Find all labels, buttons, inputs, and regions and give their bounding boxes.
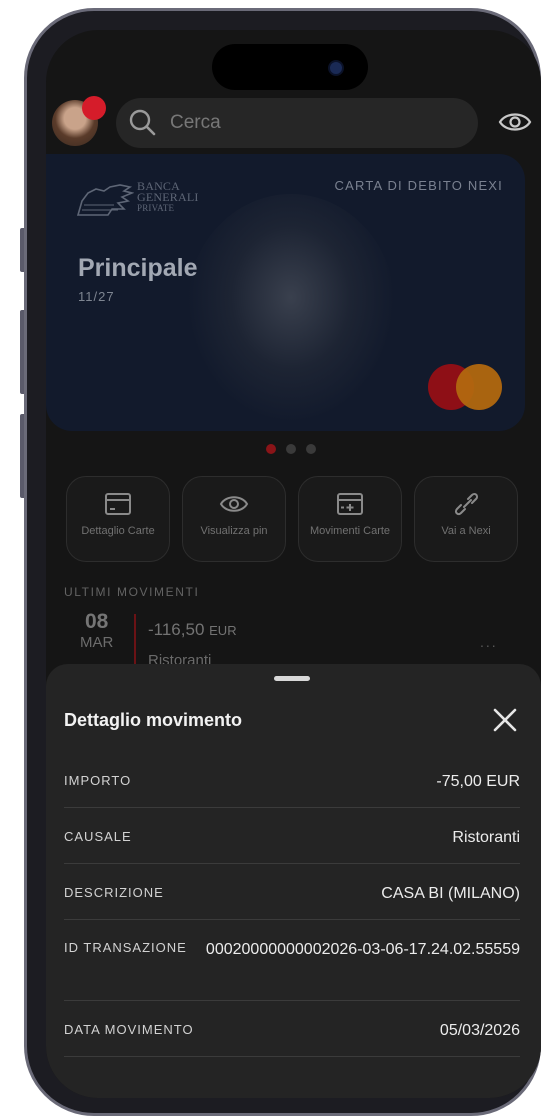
more-options-button[interactable]: ...	[480, 634, 498, 650]
detail-row-importo: IMPORTO -75,00 EUR	[64, 752, 520, 808]
movement-day: 08	[84, 610, 109, 633]
detail-key: ID TRANSAZIONE	[64, 940, 187, 955]
detail-key: CAUSALE	[64, 829, 132, 844]
avatar[interactable]	[52, 96, 106, 146]
detail-row-descrizione: DESCRIZIONE CASA BI (MILANO)	[64, 864, 520, 920]
bank-name-line3: PRIVATE	[137, 203, 175, 213]
detail-row-causale: CAUSALE Ristoranti	[64, 808, 520, 864]
detail-row-id-transazione: ID TRANSAZIONE 00020000000002026-03-06-1…	[64, 920, 520, 1001]
card-name: Principale	[78, 254, 198, 282]
camera-icon	[328, 60, 344, 76]
detail-value: -75,00 EUR	[436, 773, 520, 790]
sheet-drag-handle[interactable]	[274, 676, 310, 681]
detail-key: DESCRIZIONE	[64, 885, 164, 900]
detail-row-data-movimento: DATA MOVIMENTO 05/03/2026	[64, 1001, 520, 1057]
detail-value: 00020000000002026-03-06-17.24.02.55559	[205, 941, 520, 958]
bank-name-line2: GENERALI	[137, 190, 199, 204]
detail-value: 05/03/2026	[439, 1022, 520, 1039]
vai-a-nexi-button[interactable]: Vai a Nexi	[414, 476, 518, 562]
section-title: ULTIMI MOVIMENTI	[64, 585, 200, 599]
pager-dot-1[interactable]	[266, 444, 276, 454]
movement-divider	[134, 614, 136, 670]
movement-amount: -116,50 EUR	[148, 620, 237, 640]
eye-icon	[219, 496, 249, 512]
card-expiry: 11/27	[78, 289, 115, 304]
pager-dot-2[interactable]	[286, 444, 296, 454]
action-label: Vai a Nexi	[441, 525, 491, 537]
eye-icon[interactable]	[498, 109, 532, 135]
mastercard-logo-icon	[428, 364, 506, 412]
card-pager[interactable]	[266, 444, 316, 454]
detail-value: Ristoranti	[452, 829, 520, 846]
dynamic-island	[212, 44, 368, 90]
action-label: Dettaglio Carte	[81, 525, 155, 537]
debit-card[interactable]: BANCA GENERALI PRIVATE CARTA DI DEBITO N…	[46, 154, 525, 431]
movement-date: 08 MAR	[80, 610, 113, 651]
pager-dot-3[interactable]	[306, 444, 316, 454]
action-label: Movimenti Carte	[309, 525, 391, 537]
bank-name: BANCA GENERALI PRIVATE	[137, 180, 199, 214]
visualizza-pin-button[interactable]: Visualizza pin	[182, 476, 286, 562]
bottom-sheet: Dettaglio movimento IMPORTO -75,00 EUR C…	[46, 664, 541, 1098]
dettaglio-carte-button[interactable]: Dettaglio Carte	[66, 476, 170, 562]
search-bar[interactable]	[116, 98, 478, 148]
card-icon	[105, 493, 131, 515]
card-actions: Dettaglio Carte Visualizza pin Movimenti…	[66, 476, 518, 562]
card-type: CARTA DI DEBITO NEXI	[334, 178, 503, 193]
lion-artwork	[186, 194, 396, 424]
movement-month: MAR	[80, 634, 114, 651]
movement-currency: EUR	[209, 623, 237, 638]
card-plus-icon	[337, 493, 363, 515]
detail-value: CASA BI (MILANO)	[381, 885, 520, 902]
link-icon	[454, 492, 479, 516]
sheet-title: Dettaglio movimento	[64, 710, 243, 730]
detail-key: IMPORTO	[64, 773, 132, 788]
detail-key: DATA MOVIMENTO	[64, 1022, 194, 1037]
app-screen: BANCA GENERALI PRIVATE CARTA DI DEBITO N…	[46, 30, 541, 1098]
notification-badge	[82, 96, 106, 120]
lion-logo-icon	[76, 184, 134, 216]
movement-amount-value: -116,50	[148, 620, 205, 639]
movimenti-carte-button[interactable]: Movimenti Carte	[298, 476, 402, 562]
search-input[interactable]	[168, 111, 452, 135]
close-icon[interactable]	[491, 706, 519, 734]
action-label: Visualizza pin	[200, 525, 268, 537]
search-icon	[129, 109, 156, 136]
